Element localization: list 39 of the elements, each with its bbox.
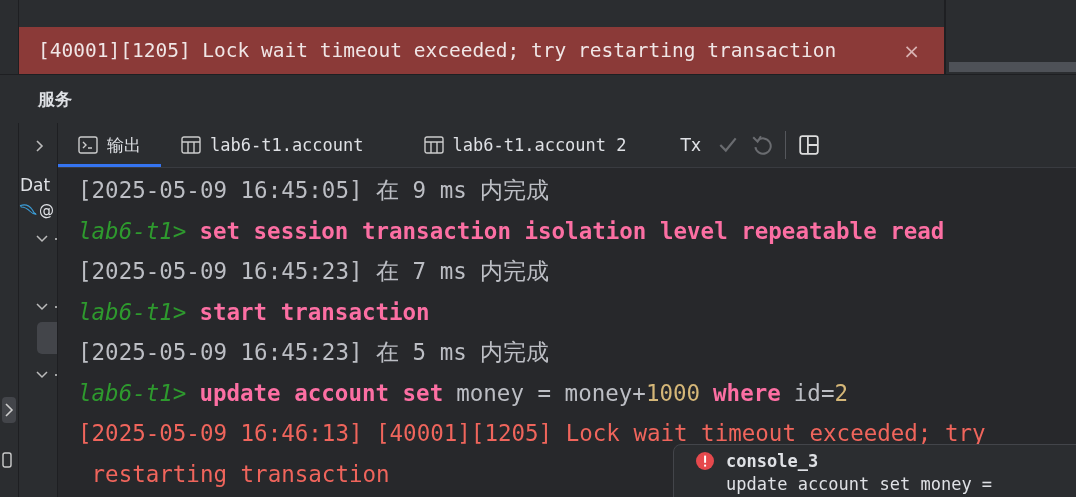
layout-icon[interactable] xyxy=(798,134,820,156)
scrollbar[interactable] xyxy=(949,62,1076,72)
output-text: id= xyxy=(793,379,835,406)
sql-keyword: update account set xyxy=(199,379,444,406)
prompt-text: lab6-t1> xyxy=(78,298,187,325)
dolphin-icon xyxy=(19,202,37,218)
output-text: money = money+ xyxy=(456,379,646,406)
table-icon xyxy=(423,136,444,154)
tab[interactable]: 输出 xyxy=(58,123,161,167)
sql-keyword: set session transaction isolation level repeatable read xyxy=(199,217,945,244)
sidebar-title: Dat xyxy=(20,175,51,195)
prompt-text: lab6-t1> xyxy=(78,379,187,406)
console-icon xyxy=(78,136,98,154)
connection-label[interactable]: @ xyxy=(39,201,54,219)
transaction-mode-button[interactable]: Tx xyxy=(676,135,705,155)
chevron-down-icon[interactable] xyxy=(35,302,49,312)
table-icon xyxy=(181,136,201,154)
output-text: [2025-05-09 16:45:23] 在 5 ms 内完成 xyxy=(78,337,550,367)
sql-keyword: where xyxy=(713,379,781,406)
close-button[interactable]: × xyxy=(899,38,924,63)
output-text: [2025-05-09 16:45:23] 在 7 ms 内完成 xyxy=(78,256,550,286)
chevron-icon[interactable] xyxy=(2,397,16,423)
tab[interactable]: lab6-t1.account 2 xyxy=(403,123,647,167)
expand-icon[interactable] xyxy=(34,138,46,154)
error-icon xyxy=(696,452,714,470)
popup-title: console_3 xyxy=(726,451,819,471)
sql-number: 2 xyxy=(834,379,848,406)
panel-title: 服务 xyxy=(38,87,72,111)
error-message: [40001][1205] Lock wait timeout exceeded; try restarting transaction xyxy=(38,39,837,62)
sql-number: 1000 xyxy=(645,379,701,406)
chevron-down-icon[interactable] xyxy=(35,370,49,380)
output-text: [2025-05-09 16:45:05] 在 9 ms 内完成 xyxy=(78,175,550,205)
tab[interactable]: lab6-t1.account xyxy=(161,123,384,167)
chevron-down-icon[interactable] xyxy=(35,234,49,244)
sql-keyword: start transaction xyxy=(199,298,430,325)
error-text: [2025-05-09 16:46:13] [40001][1205] Lock wait timeout exceeded; try xyxy=(78,420,986,447)
error-text: restarting transaction xyxy=(90,460,390,487)
prompt-text: lab6-t1> xyxy=(78,217,187,244)
popup-text: update account set money = xyxy=(726,474,994,494)
